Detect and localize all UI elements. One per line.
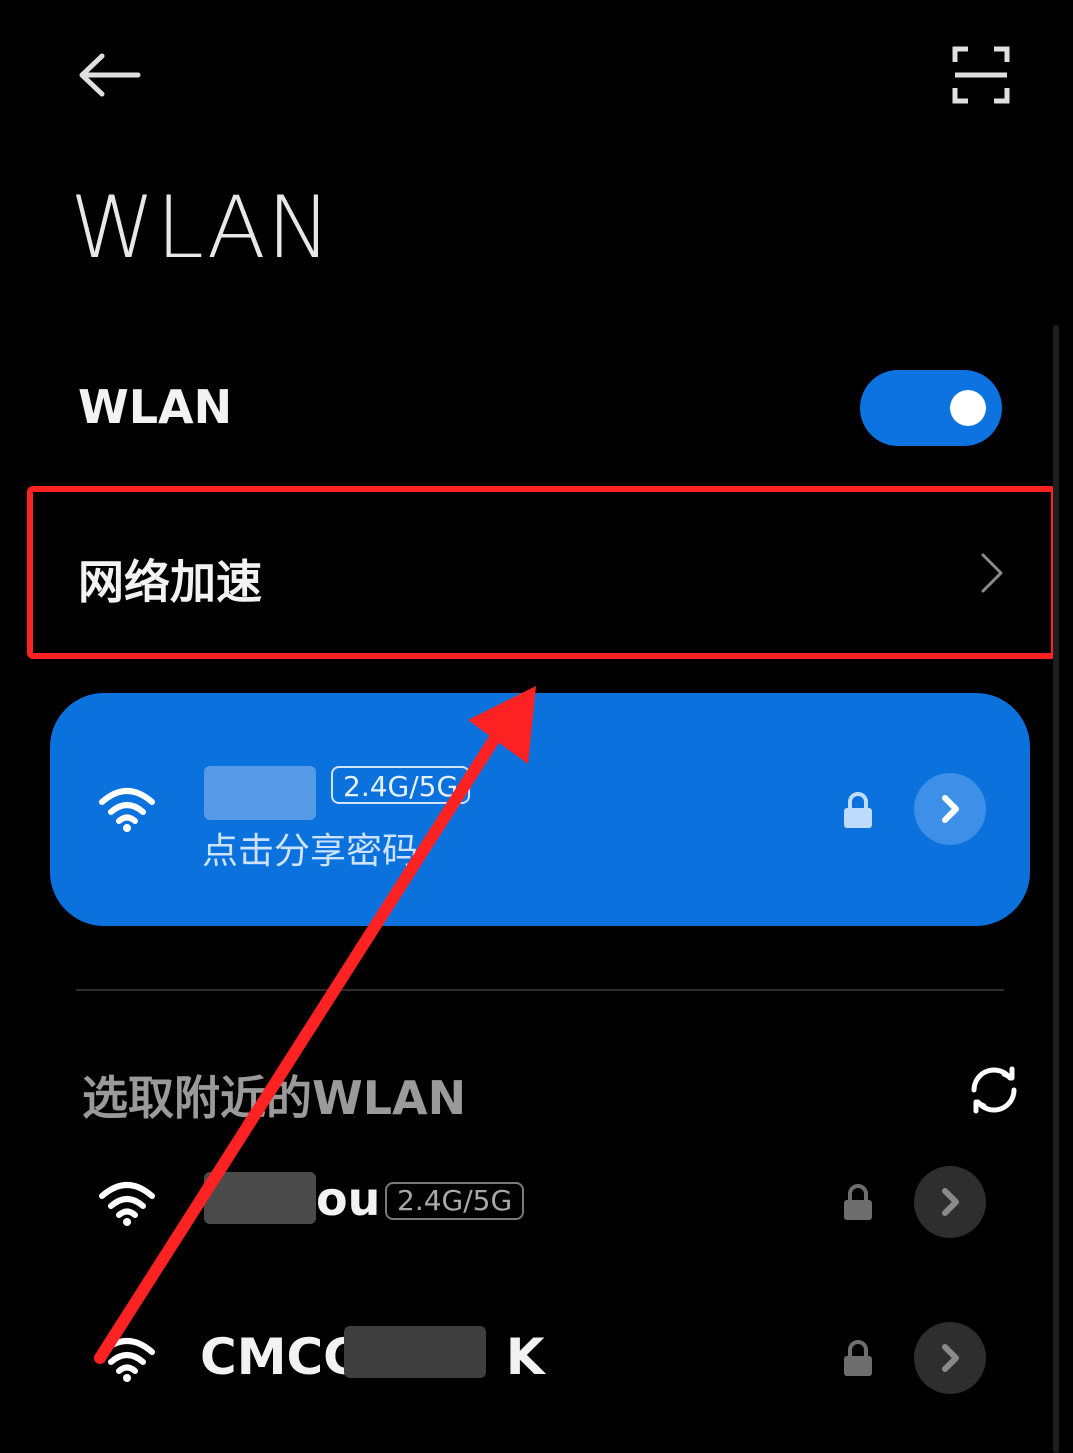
- chevron-right-icon: [942, 795, 959, 823]
- refresh-icon: [971, 1066, 1017, 1114]
- arrow-left-icon: [79, 53, 141, 97]
- share-password-link[interactable]: 点击分享密码: [202, 822, 418, 874]
- band-badge: 2.4G/5G: [385, 1182, 525, 1220]
- nearby-networks-header: 选取附近的WLAN: [82, 1071, 467, 1125]
- network-name-suffix: K: [505, 1328, 545, 1386]
- network-details-button[interactable]: [914, 1322, 986, 1394]
- divider: [76, 989, 1004, 991]
- wlan-toggle-switch[interactable]: [860, 370, 1002, 446]
- back-button[interactable]: [76, 52, 142, 98]
- scan-qr-icon: [952, 46, 1010, 104]
- network-details-button[interactable]: [914, 1166, 986, 1238]
- network-name[interactable]: ou: [316, 1172, 380, 1226]
- network-details-button[interactable]: [914, 773, 986, 845]
- wifi-signal-icon: [98, 786, 156, 832]
- chevron-right-icon: [942, 1188, 959, 1216]
- wifi-signal-icon: [98, 1180, 156, 1226]
- wifi-signal-icon: [98, 1336, 156, 1382]
- connected-network-name-redacted: [204, 766, 316, 820]
- lock-icon: [842, 1184, 874, 1220]
- scan-button[interactable]: [952, 46, 1010, 104]
- connected-network-card[interactable]: [50, 693, 1030, 926]
- refresh-button[interactable]: [966, 1062, 1022, 1118]
- network-name-prefix: CMCC: [200, 1328, 360, 1386]
- lock-icon: [842, 792, 874, 828]
- toggle-knob: [950, 390, 986, 426]
- annotation-highlight-box: [27, 486, 1057, 659]
- network-name-redacted: [204, 1172, 316, 1224]
- chevron-right-icon: [942, 1344, 959, 1372]
- lock-icon: [842, 1340, 874, 1376]
- wlan-toggle-label: WLAN: [78, 380, 233, 434]
- page-title: WLAN: [70, 178, 333, 278]
- network-name-redacted: [344, 1326, 486, 1378]
- scrollbar[interactable]: [1053, 325, 1059, 1453]
- band-badge: 2.4G/5G: [331, 766, 471, 804]
